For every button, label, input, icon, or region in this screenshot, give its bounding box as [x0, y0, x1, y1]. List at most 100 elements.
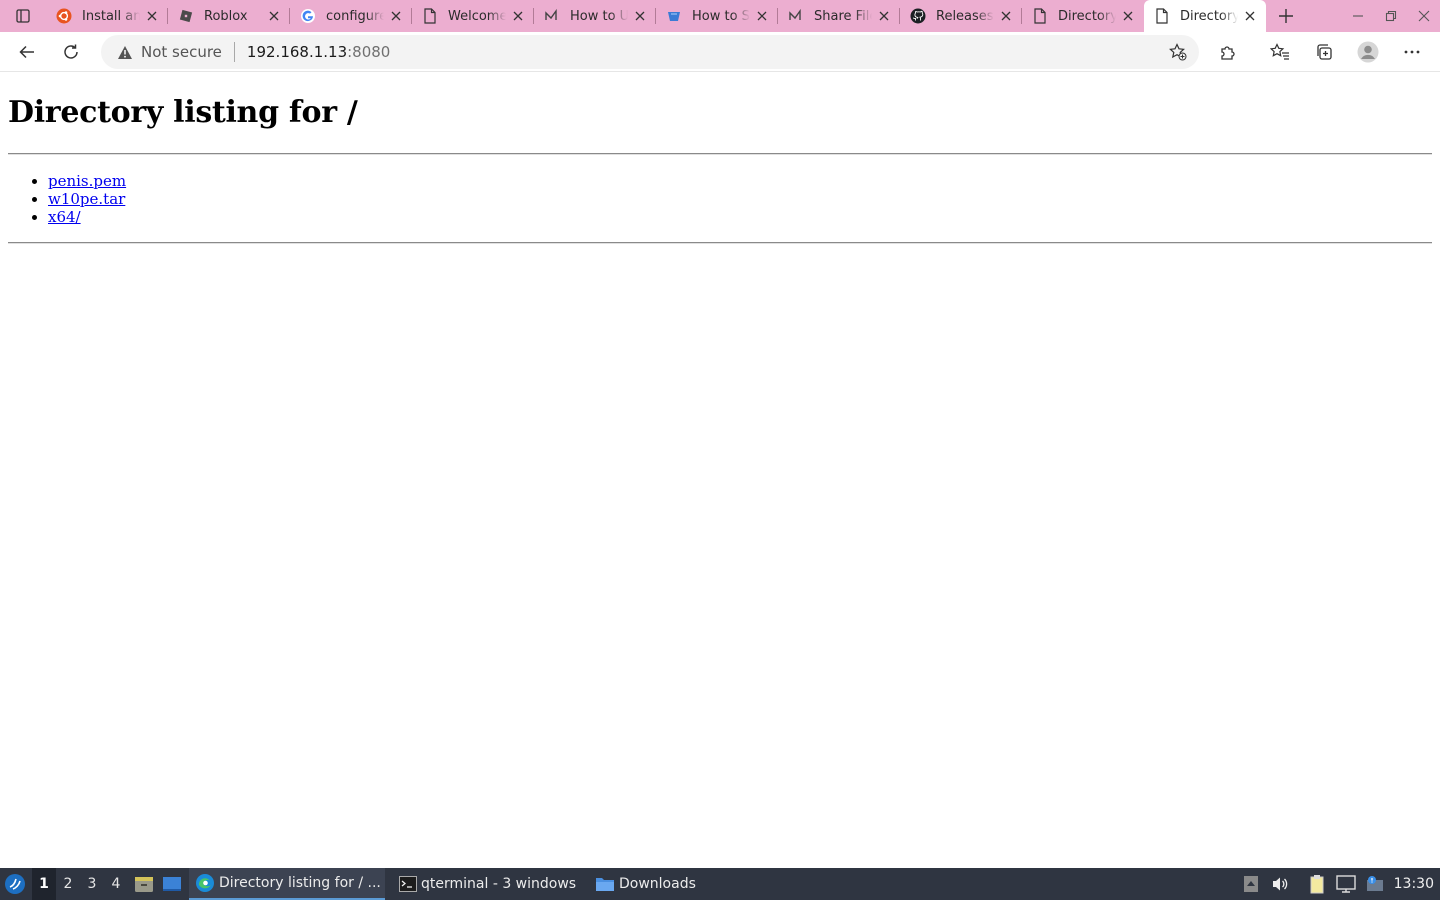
tab-releases[interactable]: Releases: [900, 0, 1022, 32]
clipboard-icon: [1310, 875, 1324, 894]
close-icon: [1418, 10, 1429, 22]
close-tab-icon[interactable]: [388, 8, 404, 24]
volume-icon: [1273, 877, 1288, 891]
tab-title: Roblox: [204, 8, 248, 24]
volume-button[interactable]: [1266, 868, 1295, 900]
restore-icon: [1385, 10, 1396, 22]
roblox-icon: [178, 8, 194, 24]
refresh-button[interactable]: [54, 35, 88, 69]
favorites-icon: [1270, 43, 1289, 60]
clock[interactable]: 13:30: [1390, 876, 1440, 892]
file-link-penis-pem[interactable]: penis.pem: [48, 172, 126, 190]
restore-button[interactable]: [1374, 0, 1407, 32]
desktop-icon: [163, 877, 181, 891]
tab-share-files[interactable]: Share Files: [778, 0, 900, 32]
more-icon: [1404, 50, 1420, 54]
tab-title: Share Files: [814, 8, 872, 24]
close-window-button[interactable]: [1407, 0, 1440, 32]
tab-strip: Install and Roblox configure Welcome How…: [0, 0, 1440, 32]
url-host: 192.168.1.13: [246, 43, 348, 61]
task-edge-window[interactable]: Directory listing for / ...: [189, 868, 385, 900]
desktop-3-button[interactable]: 3: [80, 868, 104, 900]
close-tab-icon[interactable]: [998, 8, 1014, 24]
page-title: Directory listing for /: [8, 95, 358, 130]
close-tab-icon[interactable]: [1120, 8, 1136, 24]
close-tab-icon[interactable]: [1242, 8, 1258, 24]
page-icon: [1032, 8, 1048, 24]
tray-up-arrow[interactable]: [1237, 868, 1266, 900]
desktop-1-button[interactable]: 1: [32, 868, 56, 900]
minimize-icon: [1352, 15, 1363, 17]
show-desktop-launcher[interactable]: [158, 868, 186, 900]
settings-menu-button[interactable]: [1390, 35, 1434, 69]
profile-button[interactable]: [1346, 35, 1390, 69]
close-tab-icon[interactable]: [266, 8, 282, 24]
tab-directory[interactable]: Directory: [1022, 0, 1144, 32]
tab-actions-button[interactable]: [0, 0, 46, 32]
tab-list: Install and Roblox configure Welcome How…: [46, 0, 1266, 32]
tab-how-to-use[interactable]: How to Use: [534, 0, 656, 32]
file-cabinet-icon: [135, 877, 153, 892]
task-label: Directory listing for / ...: [219, 875, 381, 891]
close-tab-icon[interactable]: [876, 8, 892, 24]
url-text[interactable]: 192.168.1.13:8080: [247, 43, 390, 61]
update-notifier-icon: [1367, 876, 1384, 891]
close-tab-icon[interactable]: [144, 8, 160, 24]
close-tab-icon[interactable]: [754, 8, 770, 24]
tab-title: Directory: [1058, 8, 1116, 24]
tab-roblox[interactable]: Roblox: [168, 0, 290, 32]
window-controls: [1341, 0, 1440, 32]
list-item: x64/: [48, 208, 1432, 226]
page-icon: [1154, 8, 1170, 24]
extensions-button[interactable]: [1206, 35, 1250, 69]
file-manager-launcher[interactable]: [130, 868, 158, 900]
back-button[interactable]: [10, 35, 44, 69]
minimize-button[interactable]: [1341, 0, 1374, 32]
terminal-icon: [399, 876, 417, 892]
folder-link-x64[interactable]: x64/: [48, 208, 81, 226]
site-icon: [666, 8, 682, 24]
update-notifier-button[interactable]: [1361, 868, 1390, 900]
new-tab-button[interactable]: [1266, 0, 1306, 32]
toolbar-actions: [1206, 35, 1440, 69]
url-port: :8080: [347, 43, 391, 61]
lubuntu-logo-icon: [5, 874, 25, 894]
edge-icon: [195, 873, 215, 893]
tab-title: Releases: [936, 8, 994, 24]
desktop-4-button[interactable]: 4: [104, 868, 128, 900]
task-label: qterminal - 3 windows: [421, 876, 577, 892]
tab-configure[interactable]: configure: [290, 0, 412, 32]
start-menu-button[interactable]: [0, 868, 30, 900]
tab-welcome[interactable]: Welcome: [412, 0, 534, 32]
linuxize-icon: [544, 8, 560, 24]
page-content: Directory listing for / penis.pem w10pe.…: [0, 73, 1440, 868]
star-plus-icon: [1169, 43, 1187, 61]
linuxize-icon: [788, 8, 804, 24]
github-icon: [910, 8, 926, 24]
clipboard-button[interactable]: [1303, 868, 1332, 900]
tray-arrow-icon: [1244, 876, 1259, 892]
tab-title: Install and: [82, 8, 140, 24]
close-tab-icon[interactable]: [510, 8, 526, 24]
tab-install[interactable]: Install and: [46, 0, 168, 32]
ubuntu-icon: [56, 8, 72, 24]
favorites-button[interactable]: [1258, 35, 1302, 69]
network-icon: [1336, 875, 1356, 893]
tab-how-to-set[interactable]: How to Set: [656, 0, 778, 32]
close-tab-icon[interactable]: [632, 8, 648, 24]
tab-directory-active[interactable]: Directory: [1144, 0, 1266, 32]
tab-title: How to Use: [570, 8, 628, 24]
site-info-button[interactable]: Not secure: [117, 43, 222, 61]
network-button[interactable]: [1332, 868, 1361, 900]
divider-top: [8, 153, 1432, 155]
task-downloads-folder[interactable]: Downloads: [589, 868, 702, 900]
tab-title: Welcome: [448, 8, 506, 24]
task-qterminal[interactable]: qterminal - 3 windows: [393, 868, 589, 900]
address-separator: [233, 42, 235, 62]
add-favorite-button[interactable]: [1169, 43, 1187, 65]
address-bar[interactable]: Not secure 192.168.1.13:8080: [101, 35, 1199, 69]
collections-button[interactable]: [1302, 35, 1346, 69]
file-link-w10pe-tar[interactable]: w10pe.tar: [48, 190, 125, 208]
desktop-2-button[interactable]: 2: [56, 868, 80, 900]
tab-title: configure: [326, 8, 384, 24]
